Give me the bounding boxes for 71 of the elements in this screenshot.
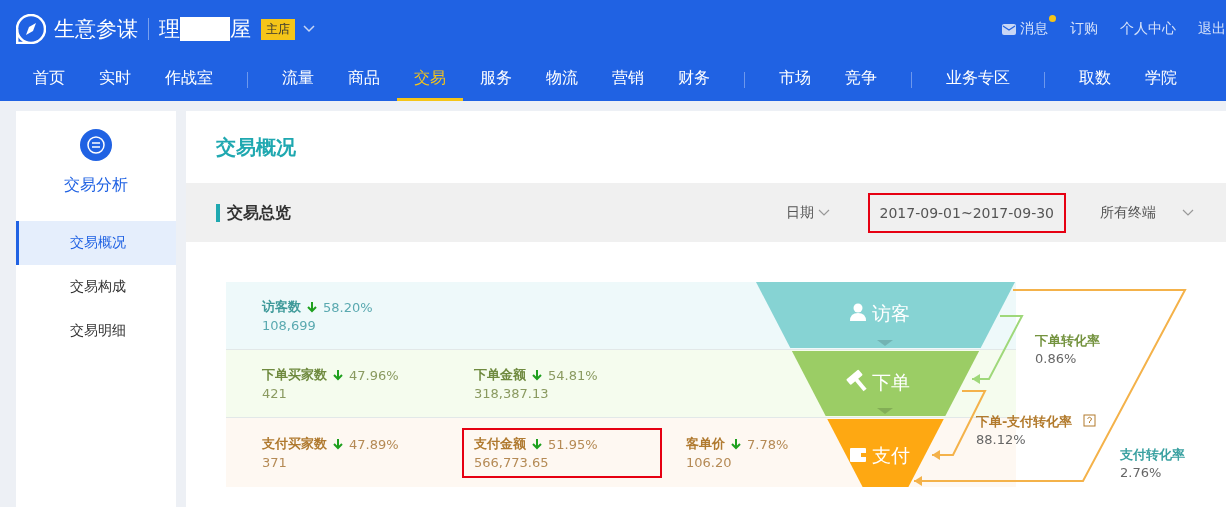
- shop-name: 理: [159, 16, 180, 43]
- shop-badge: 主店: [261, 18, 295, 40]
- nav-tab[interactable]: 服务: [463, 58, 529, 101]
- metric-label: 支付金额: [474, 435, 526, 453]
- terminal-dropdown[interactable]: 所有终端: [1100, 203, 1194, 222]
- chevron-down-icon[interactable]: [303, 25, 315, 33]
- metric-value: 318,387.13: [474, 386, 550, 401]
- header-link[interactable]: 消息: [1002, 20, 1048, 38]
- metric-value: 421: [262, 386, 288, 401]
- sidebar-item[interactable]: 交易构成: [16, 265, 176, 309]
- nav-tab[interactable]: 市场: [762, 58, 828, 101]
- nav-tab[interactable]: 交易: [397, 58, 463, 101]
- metric-value: 371: [262, 455, 288, 470]
- nav-tab[interactable]: 首页: [16, 58, 82, 101]
- metric-label: 下单买家数: [262, 366, 327, 384]
- metric-change: 47.89%: [349, 436, 399, 452]
- metric-change: 51.95%: [548, 436, 598, 452]
- app-name: 生意参谋: [54, 16, 138, 43]
- shop-name: 屋: [230, 16, 251, 43]
- metric-value: 566,773.65: [474, 455, 550, 470]
- metric-change: 47.96%: [349, 367, 399, 383]
- redaction-block: [180, 17, 230, 41]
- sidebar-item[interactable]: 交易明细: [16, 309, 176, 353]
- metric-label: 访客数: [262, 298, 301, 316]
- nav-tab[interactable]: 取数: [1062, 58, 1128, 101]
- nav-tab[interactable]: 流量: [265, 58, 331, 101]
- rate-label: 支付转化率: [1120, 447, 1185, 462]
- chevron-down-icon: [817, 208, 830, 217]
- rate-value: 2.76%: [1120, 465, 1162, 480]
- compass-logo-icon: [16, 14, 46, 44]
- mail-icon: [1002, 23, 1016, 35]
- nav-tab[interactable]: 学院: [1128, 58, 1194, 101]
- metric-label: 下单金额: [474, 366, 526, 384]
- metric-change: 58.20%: [323, 299, 373, 315]
- nav-tab[interactable]: 业务专区: [929, 58, 1027, 101]
- header-link[interactable]: 订购: [1070, 20, 1098, 38]
- nav-tab[interactable]: 物流: [529, 58, 595, 101]
- nav-tab[interactable]: 竞争: [828, 58, 894, 101]
- metric-change: 7.78%: [747, 436, 789, 452]
- funnel-stage-label: 下单: [872, 370, 910, 393]
- order-stage-icon: [846, 369, 867, 392]
- payment-stage-icon: [850, 448, 866, 462]
- rate-label: 下单转化率: [1035, 333, 1100, 348]
- section-title: 交易总览: [216, 203, 291, 222]
- nav-tab[interactable]: 营销: [595, 58, 661, 101]
- metric-value: 108,699: [262, 318, 317, 333]
- date-dropdown[interactable]: 日期: [785, 203, 830, 222]
- header-link[interactable]: 个人中心: [1120, 20, 1176, 38]
- metric-label: 客单价: [686, 435, 725, 453]
- funnel-stage-label: 访客: [872, 302, 910, 324]
- pointer-icon: [877, 340, 893, 346]
- metric-value: 106.20: [686, 455, 733, 470]
- nav-tab[interactable]: 实时: [82, 58, 148, 101]
- pointer-icon: [877, 408, 893, 414]
- sidebar-title: 交易分析: [64, 175, 128, 196]
- chevron-down-icon: [1182, 208, 1194, 217]
- metric-change: 54.81%: [548, 367, 598, 383]
- funnel-stage-label: 支付: [872, 444, 910, 466]
- rate-label: 下单-支付转化率: [976, 414, 1073, 429]
- page-title: 交易概况: [215, 133, 296, 161]
- visitor-stage-icon: [850, 303, 866, 321]
- date-range[interactable]: 2017-09-01~2017-09-30: [867, 192, 1066, 233]
- metric-label: 支付买家数: [262, 435, 327, 453]
- nav-tab[interactable]: 商品: [331, 58, 397, 101]
- exchange-icon: [80, 129, 112, 161]
- sidebar-item[interactable]: 交易概况: [16, 221, 176, 265]
- header-link[interactable]: 退出: [1198, 20, 1226, 38]
- rate-value: 0.86%: [1035, 351, 1077, 366]
- rate-value: 88.12%: [976, 432, 1026, 447]
- nav-tab[interactable]: 财务: [661, 58, 727, 101]
- nav-tab[interactable]: 作战室: [148, 58, 230, 101]
